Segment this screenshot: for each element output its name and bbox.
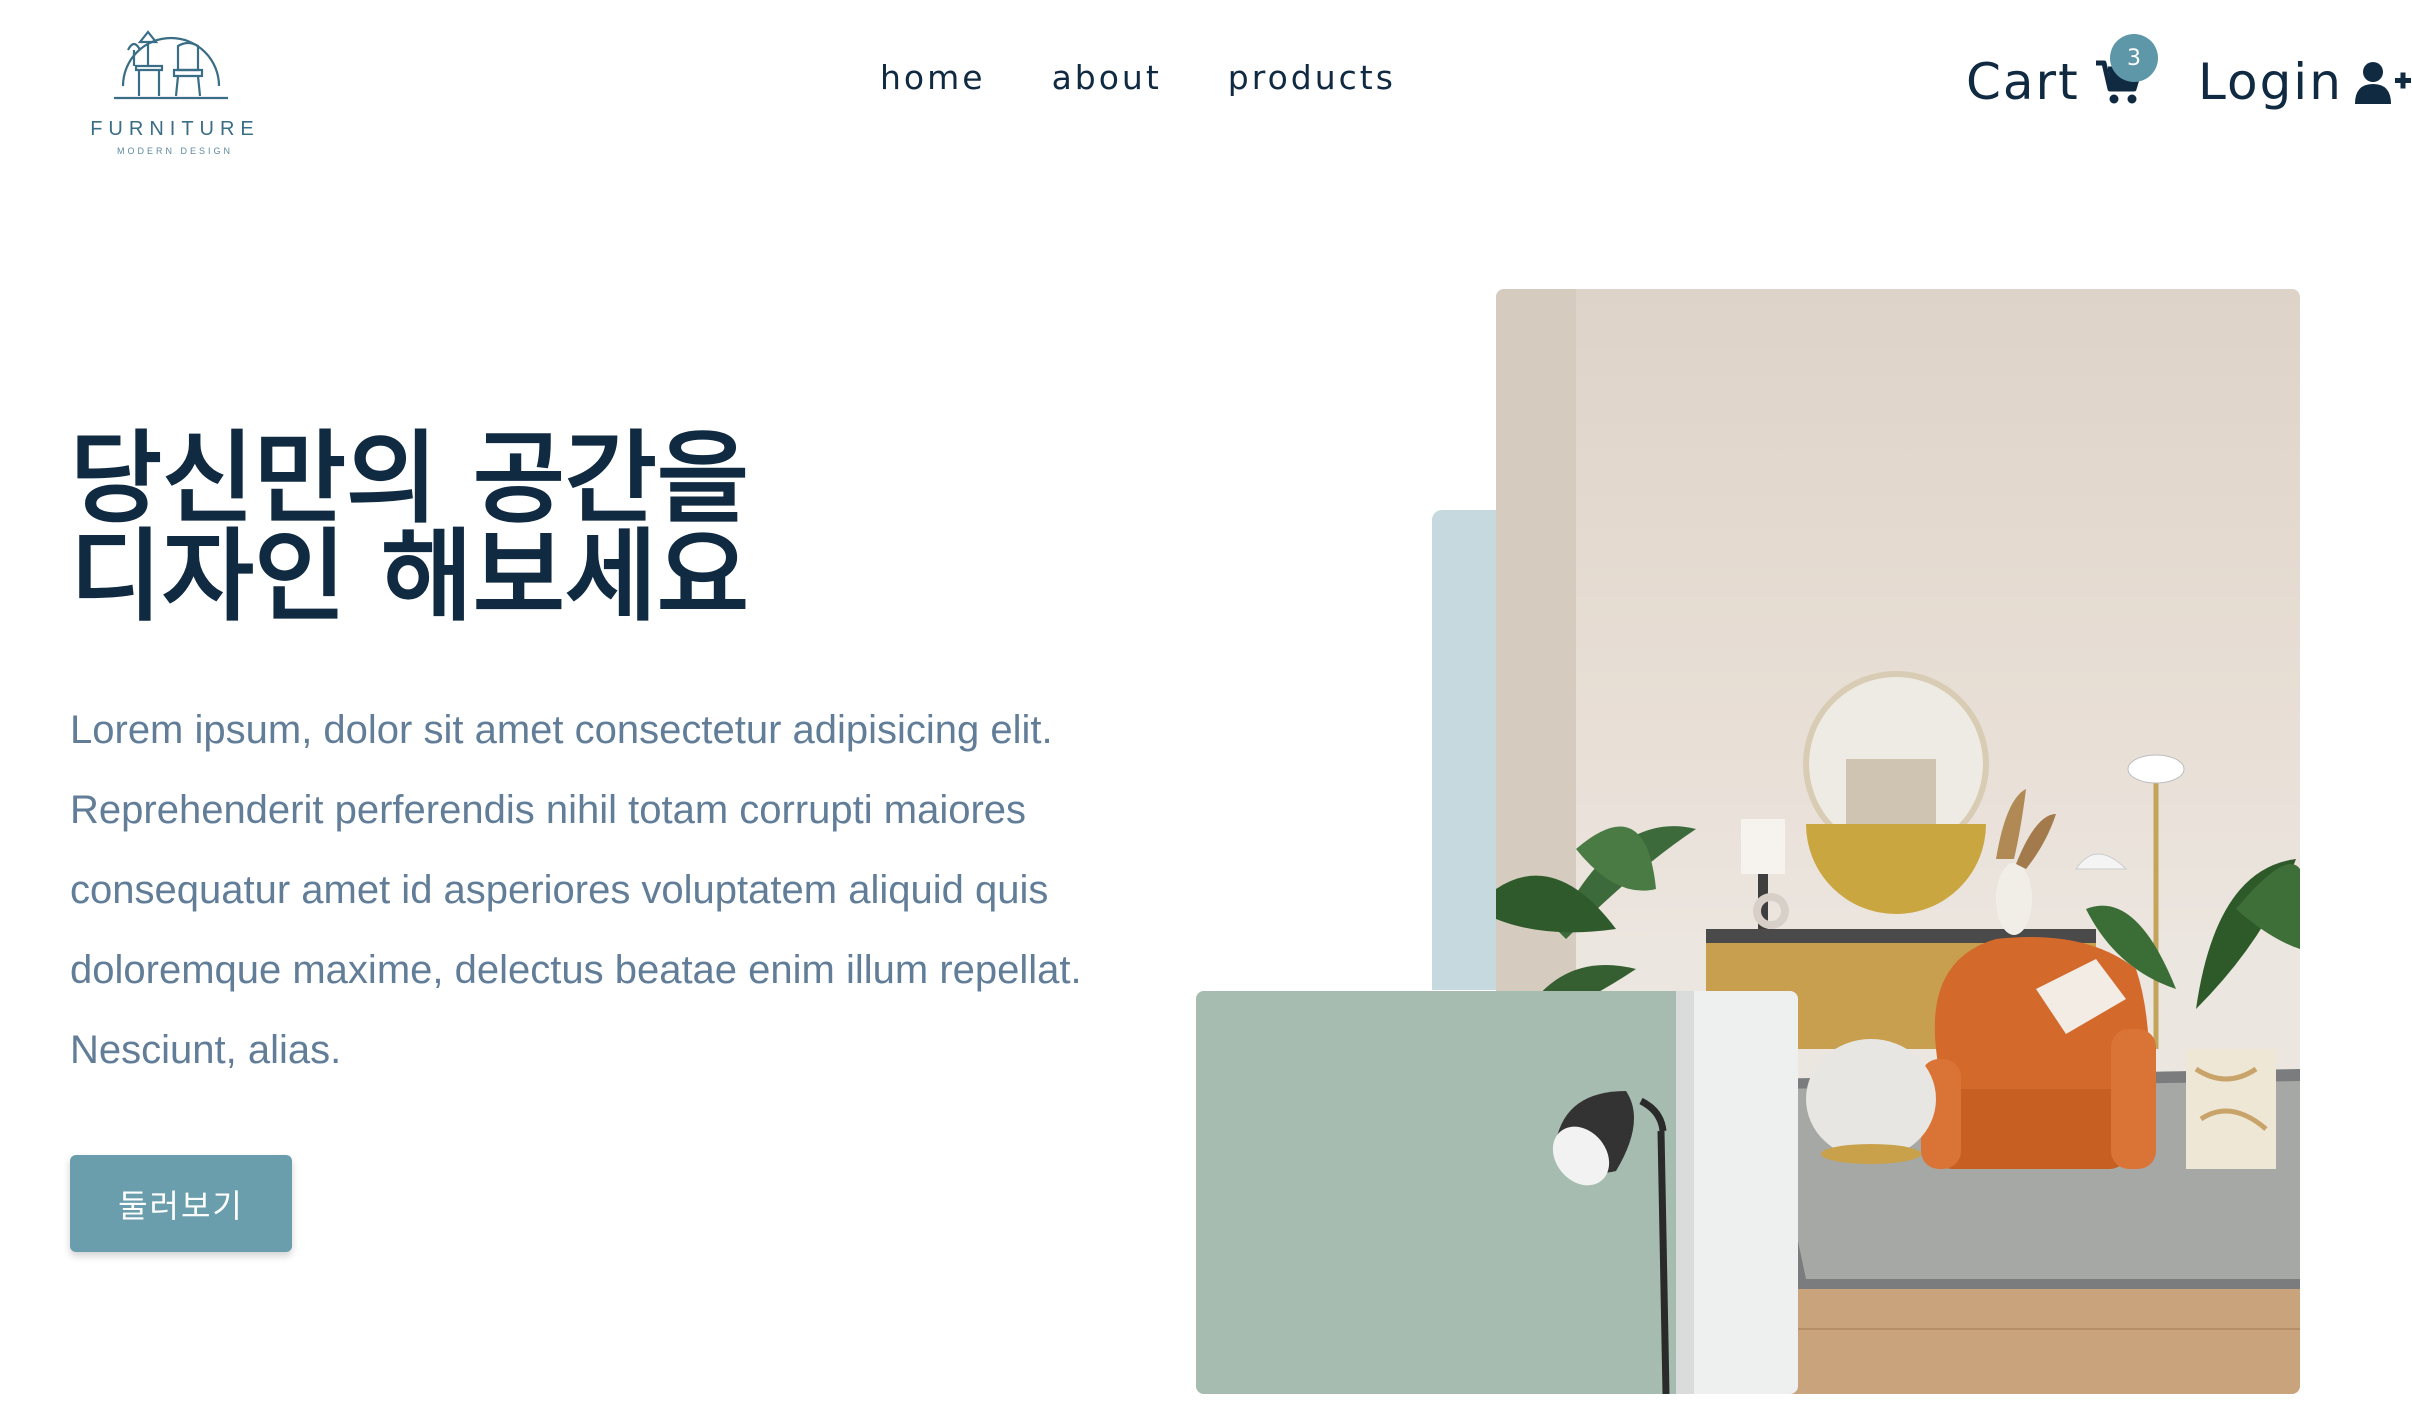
nav-link-about[interactable]: about bbox=[1052, 58, 1162, 97]
logo-title: FURNITURE bbox=[90, 118, 260, 140]
login-button[interactable]: Login bbox=[2198, 50, 2411, 114]
login-label: Login bbox=[2198, 53, 2343, 111]
user-plus-icon bbox=[2354, 62, 2411, 104]
cart-label: Cart bbox=[1966, 53, 2080, 111]
nav-link-products[interactable]: products bbox=[1228, 58, 1396, 97]
brand-logo[interactable]: FURNITURE MODERN DESIGN bbox=[80, 6, 270, 156]
floor-lamp-image bbox=[1196, 991, 1798, 1394]
logo-tagline: MODERN DESIGN bbox=[116, 146, 233, 156]
nav-link-home[interactable]: home bbox=[880, 58, 986, 97]
navbar: FURNITURE MODERN DESIGN home about produ… bbox=[0, 0, 2412, 170]
furniture-logo-icon bbox=[114, 30, 228, 100]
nav-links: home about products bbox=[880, 58, 1396, 97]
explore-button[interactable]: 둘러보기 bbox=[70, 1155, 292, 1252]
nav-item-about: about bbox=[1052, 58, 1162, 97]
nav-item-products: products bbox=[1228, 58, 1396, 97]
hero-title-line2: 디자인 해보세요 bbox=[70, 518, 749, 635]
hero-title: 당신만의 공간을 디자인 해보세요 bbox=[70, 420, 970, 635]
nav-item-home: home bbox=[880, 58, 986, 97]
floor-lamp-illustration bbox=[1196, 991, 1798, 1394]
cart-count-badge: 3 bbox=[2110, 34, 2158, 82]
hero-title-line1: 당신만의 공간을 bbox=[70, 420, 749, 537]
hero-description: Lorem ipsum, dolor sit amet consectetur … bbox=[70, 708, 1082, 1072]
